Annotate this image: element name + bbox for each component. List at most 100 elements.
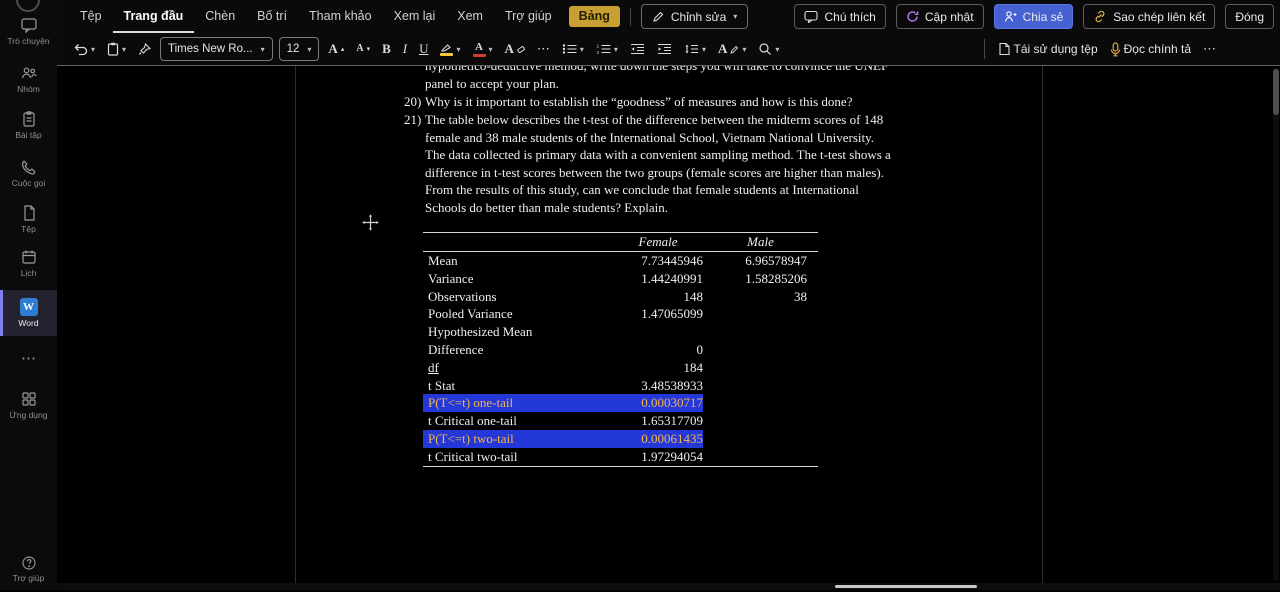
question-21-line[interactable]: Schools do better than male students? Ex…: [425, 200, 668, 216]
paragraph-line[interactable]: panel to accept your plan.: [425, 76, 559, 92]
more-formatting-button[interactable]: ⋯: [533, 36, 554, 62]
table-header-female[interactable]: Female: [613, 233, 703, 251]
sidebar-item-files[interactable]: Tệp: [0, 196, 57, 242]
table-cell-label[interactable]: P(T<=t) one-tail: [423, 394, 613, 413]
table-cell-label[interactable]: Hypothesized Mean: [423, 323, 613, 341]
table-cell-male[interactable]: [703, 377, 818, 395]
dictate-button[interactable]: Đọc chính tả: [1106, 36, 1195, 62]
find-button[interactable]: ▾: [754, 36, 783, 62]
paragraph-line-clipped[interactable]: hypothetico-deductive method, write down…: [425, 66, 888, 74]
sidebar-item-word[interactable]: W Word: [0, 290, 57, 336]
styles-button[interactable]: A ▾: [714, 36, 750, 62]
bold-button[interactable]: B: [378, 36, 395, 62]
table-cell-label[interactable]: Observations: [423, 288, 613, 306]
question-20-text[interactable]: Why is it important to establish the “go…: [425, 94, 852, 110]
document-canvas[interactable]: hypothetico-deductive method, write down…: [57, 66, 1280, 583]
table-cell-male[interactable]: [703, 341, 818, 359]
decrease-indent-button[interactable]: [626, 36, 649, 62]
table-cell-label[interactable]: df: [423, 359, 613, 377]
table-row[interactable]: t Stat 3.48538933: [423, 377, 818, 395]
question-21-line[interactable]: female and 38 male students of the Inter…: [425, 130, 874, 146]
shrink-font-button[interactable]: A ▾: [352, 36, 374, 62]
sidebar-item-apps[interactable]: Ứng dụng: [0, 382, 57, 428]
table-header-row[interactable]: Female Male: [423, 233, 818, 252]
underline-button[interactable]: U: [415, 36, 432, 62]
table-cell-male[interactable]: [703, 323, 818, 341]
question-21-line[interactable]: From the results of this study, can we c…: [425, 182, 859, 198]
tab-table-contextual[interactable]: Bảng: [568, 6, 620, 27]
horizontal-scrollbar[interactable]: [57, 583, 1280, 590]
table-row[interactable]: Hypothesized Mean: [423, 323, 818, 341]
update-button[interactable]: Cập nhật: [895, 4, 984, 29]
paste-button[interactable]: ▾: [103, 36, 130, 62]
increase-indent-button[interactable]: [653, 36, 676, 62]
close-button[interactable]: Đóng: [1225, 4, 1274, 29]
table-cell-female[interactable]: 1.47065099: [613, 305, 703, 323]
table-cell-label[interactable]: Difference: [423, 341, 613, 359]
italic-button[interactable]: I: [399, 36, 411, 62]
table-cell-label[interactable]: P(T<=t) two-tail: [423, 429, 613, 448]
table-cell-female[interactable]: 7.73445946: [613, 252, 703, 270]
table-cell-female[interactable]: 0: [613, 341, 704, 359]
bullet-list-button[interactable]: ▾: [558, 36, 588, 62]
edit-mode-selector[interactable]: Chỉnh sửa ▾: [640, 4, 749, 29]
share-button[interactable]: Chia sẻ: [993, 4, 1074, 29]
table-cell-label[interactable]: t Critical one-tail: [423, 412, 613, 430]
sidebar-item-calls[interactable]: Cuộc gọi: [0, 150, 57, 196]
sidebar-item-more[interactable]: ⋯: [0, 344, 57, 374]
table-cell-male[interactable]: [703, 412, 818, 430]
table-header-male[interactable]: Male: [703, 233, 818, 251]
sidebar-item-teams[interactable]: Nhóm: [0, 56, 57, 102]
table-cell-label[interactable]: t Stat: [423, 377, 613, 395]
table-cell-male[interactable]: [703, 448, 818, 466]
question-21-line[interactable]: The table below describes the t-test of …: [425, 112, 883, 128]
more-toolbar-button[interactable]: ⋯: [1199, 36, 1220, 62]
grow-font-button[interactable]: A ▴: [324, 36, 348, 62]
tab-help[interactable]: Trợ giúp: [494, 0, 563, 33]
table-cell-female[interactable]: 1.97294054: [613, 448, 703, 466]
table-cell-male[interactable]: 6.96578947: [703, 252, 818, 270]
table-row[interactable]: Variance 1.44240991 1.58285206: [423, 270, 818, 288]
table-cell-male[interactable]: [703, 430, 818, 448]
table-row[interactable]: Difference 0: [423, 341, 818, 359]
tab-references[interactable]: Tham khảo: [298, 0, 383, 33]
table-cell-male[interactable]: [703, 305, 818, 323]
table-cell-female[interactable]: 148: [613, 288, 704, 306]
highlight-color-button[interactable]: ▾: [436, 36, 464, 62]
table-row-selected[interactable]: P(T<=t) one-tail 0.00030717: [423, 394, 818, 413]
table-cell-male[interactable]: 38: [703, 288, 818, 306]
table-move-handle[interactable]: [362, 214, 379, 231]
font-color-button[interactable]: A ▾: [469, 36, 497, 62]
table-cell-female[interactable]: 1.44240991: [613, 270, 703, 288]
table-row[interactable]: t Critical two-tail 1.97294054: [423, 448, 818, 466]
sidebar-item-chat[interactable]: Trò chuyện: [0, 8, 57, 54]
horizontal-scrollbar-thumb[interactable]: [835, 585, 977, 588]
sidebar-item-assignments[interactable]: Bài tập: [0, 102, 57, 148]
table-cell-female[interactable]: 3.48538933: [613, 377, 703, 395]
list-number-21[interactable]: 21): [404, 112, 421, 128]
vertical-scrollbar-thumb[interactable]: [1273, 69, 1279, 115]
table-cell-female[interactable]: 1.65317709: [613, 412, 703, 430]
table-cell-label[interactable]: Variance: [423, 270, 613, 288]
format-painter-button[interactable]: [134, 36, 155, 62]
question-21-line[interactable]: difference in t-test scores between the …: [425, 165, 884, 181]
question-21-line[interactable]: The data collected is primary data with …: [425, 147, 891, 163]
table-row[interactable]: df 184: [423, 359, 818, 377]
font-name-combo[interactable]: Times New Ro... ▾: [160, 37, 273, 61]
table-cell-label[interactable]: Mean: [423, 252, 613, 270]
table-cell-male[interactable]: [703, 359, 818, 377]
table-cell-female[interactable]: 184: [613, 359, 704, 377]
table-cell-label[interactable]: t Critical two-tail: [423, 448, 613, 466]
tab-insert[interactable]: Chèn: [194, 0, 246, 33]
sidebar-item-calendar[interactable]: Lịch: [0, 240, 57, 286]
sidebar-item-help[interactable]: Trợ giúp: [0, 546, 57, 592]
numbered-list-button[interactable]: 12 ▾: [592, 36, 622, 62]
reuse-files-button[interactable]: Tái sử dụng tệp: [994, 36, 1102, 62]
tab-review[interactable]: Xem lại: [383, 0, 447, 33]
tab-file[interactable]: Tệp: [69, 0, 113, 33]
list-number-20[interactable]: 20): [404, 94, 421, 110]
table-cell-female[interactable]: 0.00030717: [613, 394, 703, 413]
tab-layout[interactable]: Bố trí: [246, 0, 298, 33]
ttest-table[interactable]: Female Male Mean 7.73445946 6.96578947 V…: [423, 232, 818, 467]
table-row[interactable]: Observations 148 38: [423, 288, 818, 306]
